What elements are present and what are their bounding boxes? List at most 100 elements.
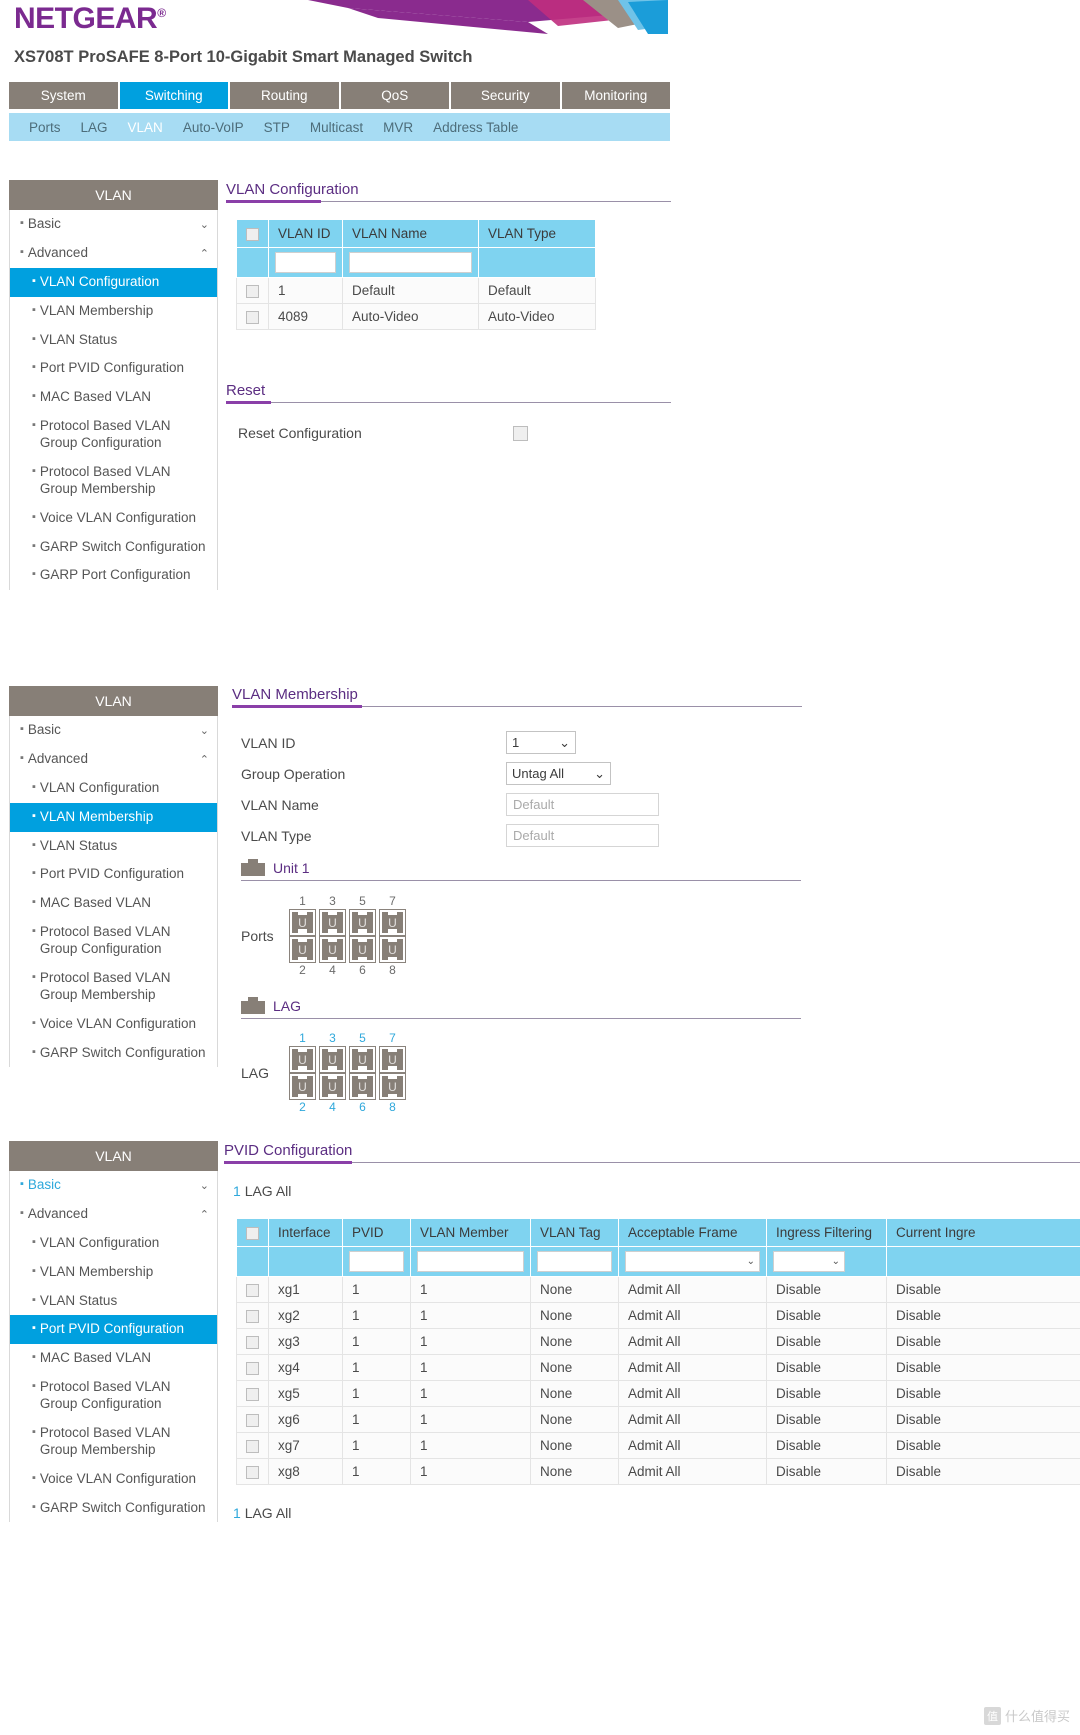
filter-ingress-filtering-select[interactable]: ⌄ xyxy=(773,1251,845,1272)
row-checkbox-cell[interactable] xyxy=(236,1302,269,1329)
sidebar-item-protocol-based-vlan-group-membership[interactable]: ▪ Protocol Based VLAN Group Membership xyxy=(10,964,217,1010)
sidebar-item-vlan-configuration[interactable]: ▪ VLAN Configuration xyxy=(10,267,217,297)
row-checkbox[interactable] xyxy=(246,1309,259,1323)
sidebar-item-mac-based-vlan[interactable]: ▪ MAC Based VLAN xyxy=(10,383,217,412)
lag-button-8[interactable]: U xyxy=(379,1073,406,1100)
filter-vlan-name-input[interactable] xyxy=(349,252,472,273)
subtab-stp[interactable]: STP xyxy=(254,120,300,135)
sidebar-item-voice-vlan-configuration[interactable]: ▪ Voice VLAN Configuration xyxy=(10,504,217,533)
column-interface[interactable]: Interface xyxy=(268,1218,343,1247)
table-row[interactable]: 4089 Auto-Video Auto-Video xyxy=(236,303,596,330)
sidebar-item-garp-port-configuration[interactable]: ▪ GARP Port Configuration xyxy=(10,561,217,590)
sidebar-item-vlan-status[interactable]: ▪ VLAN Status xyxy=(10,832,217,861)
row-checkbox[interactable] xyxy=(246,1413,259,1427)
sidebar-item-garp-switch-configuration[interactable]: ▪ GARP Switch Configuration xyxy=(10,1039,217,1068)
port-button-5[interactable]: U xyxy=(349,909,376,936)
lag-button-1[interactable]: U xyxy=(289,1046,316,1073)
table-row[interactable]: xg3 1 1 None Admit All Disable Disable xyxy=(236,1328,1080,1355)
vlan-name-input[interactable]: Default xyxy=(506,793,659,816)
sidebar-item-port-pvid-configuration[interactable]: ▪ Port PVID Configuration xyxy=(10,1315,217,1345)
lag-button-4[interactable]: U xyxy=(319,1073,346,1100)
column-vlan-tag[interactable]: VLAN Tag xyxy=(530,1218,619,1247)
filter-pvid-cell[interactable] xyxy=(342,1246,411,1277)
row-checkbox-cell[interactable] xyxy=(236,1380,269,1407)
table-row[interactable]: xg6 1 1 None Admit All Disable Disable xyxy=(236,1406,1080,1433)
subtab-multicast[interactable]: Multicast xyxy=(300,120,373,135)
row-checkbox[interactable] xyxy=(246,1361,259,1375)
filter-vlan-tag-input[interactable] xyxy=(537,1251,612,1272)
row-checkbox-cell[interactable] xyxy=(236,303,269,330)
subtab-address-table[interactable]: Address Table xyxy=(423,120,528,135)
sidebar-item-garp-switch-configuration[interactable]: ▪ GARP Switch Configuration xyxy=(10,1494,217,1523)
row-checkbox[interactable] xyxy=(246,1283,259,1297)
filter-acceptable-frame-cell[interactable]: ⌄ xyxy=(618,1246,767,1277)
sidebar-item-port-pvid-configuration[interactable]: ▪ Port PVID Configuration xyxy=(10,860,217,889)
table-row[interactable]: xg2 1 1 None Admit All Disable Disable xyxy=(236,1302,1080,1329)
sidebar-item-garp-switch-configuration[interactable]: ▪ GARP Switch Configuration xyxy=(10,533,217,562)
filter-vlan-member-cell[interactable] xyxy=(410,1246,531,1277)
sidebar-item-protocol-based-vlan-group-configuration[interactable]: ▪ Protocol Based VLAN Group Configuration xyxy=(10,918,217,964)
filter-vlan-id-input[interactable] xyxy=(275,252,336,273)
lag-button-2[interactable]: U xyxy=(289,1073,316,1100)
subtab-mvr[interactable]: MVR xyxy=(373,120,423,135)
tab-switching[interactable]: Switching xyxy=(119,82,230,109)
vlan-id-select[interactable]: 1 ⌄ xyxy=(506,731,576,754)
table-row[interactable]: xg4 1 1 None Admit All Disable Disable xyxy=(236,1354,1080,1381)
sidebar-item-vlan-membership[interactable]: ▪ VLAN Membership xyxy=(10,297,217,326)
sidebar-item-protocol-based-vlan-group-configuration[interactable]: ▪ Protocol Based VLAN Group Configuration xyxy=(10,412,217,458)
tab-system[interactable]: System xyxy=(9,82,120,109)
port-button-3[interactable]: U xyxy=(319,909,346,936)
row-checkbox-cell[interactable] xyxy=(236,277,269,304)
sidebar-item-vlan-configuration[interactable]: ▪ VLAN Configuration xyxy=(10,1229,217,1258)
vlan-type-input[interactable]: Default xyxy=(506,824,659,847)
select-all-header[interactable] xyxy=(236,219,269,248)
port-button-7[interactable]: U xyxy=(379,909,406,936)
sidebar-item-port-pvid-configuration[interactable]: ▪ Port PVID Configuration xyxy=(10,354,217,383)
column-vlan-type[interactable]: VLAN Type xyxy=(478,219,596,248)
sidebar-item-mac-based-vlan[interactable]: ▪ MAC Based VLAN xyxy=(10,1344,217,1373)
tab-qos[interactable]: QoS xyxy=(340,82,451,109)
port-button-4[interactable]: U xyxy=(319,936,346,963)
sidebar-item-vlan-configuration[interactable]: ▪ VLAN Configuration xyxy=(10,774,217,803)
reset-configuration-checkbox[interactable] xyxy=(513,425,528,441)
table-row[interactable]: xg7 1 1 None Admit All Disable Disable xyxy=(236,1432,1080,1459)
tab-security[interactable]: Security xyxy=(451,82,562,109)
sidebar-item-voice-vlan-configuration[interactable]: ▪ Voice VLAN Configuration xyxy=(10,1465,217,1494)
column-vlan-id[interactable]: VLAN ID xyxy=(268,219,343,248)
row-checkbox-cell[interactable] xyxy=(236,1432,269,1459)
row-checkbox[interactable] xyxy=(246,1439,259,1453)
port-button-1[interactable]: U xyxy=(289,909,316,936)
filter-vlan-member-input[interactable] xyxy=(417,1251,524,1272)
sidebar-item-protocol-based-vlan-group-membership[interactable]: ▪ Protocol Based VLAN Group Membership xyxy=(10,458,217,504)
row-checkbox-cell[interactable] xyxy=(236,1406,269,1433)
group-operation-select[interactable]: Untag All ⌄ xyxy=(506,762,611,785)
lag-all-toggle-bottom[interactable]: 1 LAG All xyxy=(233,1505,291,1521)
sidebar-item-voice-vlan-configuration[interactable]: ▪ Voice VLAN Configuration xyxy=(10,1010,217,1039)
table-row[interactable]: xg8 1 1 None Admit All Disable Disable xyxy=(236,1458,1080,1485)
row-checkbox-cell[interactable] xyxy=(236,1328,269,1355)
sidebar-item-vlan-status[interactable]: ▪ VLAN Status xyxy=(10,326,217,355)
column-ingress-filtering[interactable]: Ingress Filtering xyxy=(766,1218,887,1247)
port-button-8[interactable]: U xyxy=(379,936,406,963)
column-pvid[interactable]: PVID xyxy=(342,1218,411,1247)
lag-all-toggle-top[interactable]: 1 LAG All xyxy=(233,1183,291,1199)
sidebar-item-protocol-based-vlan-group-configuration[interactable]: ▪ Protocol Based VLAN Group Configuration xyxy=(10,1373,217,1419)
subtab-lag[interactable]: LAG xyxy=(71,120,118,135)
column-vlan-member[interactable]: VLAN Member xyxy=(410,1218,531,1247)
row-checkbox-cell[interactable] xyxy=(236,1276,269,1303)
filter-pvid-input[interactable] xyxy=(349,1251,404,1272)
sidebar-item-advanced[interactable]: ▪ Advanced ⌃ xyxy=(10,745,217,774)
sidebar-item-basic[interactable]: ▪ Basic ⌄ xyxy=(10,1171,217,1200)
lag-button-7[interactable]: U xyxy=(379,1046,406,1073)
sidebar-item-vlan-status[interactable]: ▪ VLAN Status xyxy=(10,1287,217,1316)
filter-vlan-id-cell[interactable] xyxy=(268,247,343,278)
filter-vlan-tag-cell[interactable] xyxy=(530,1246,619,1277)
sidebar-item-basic[interactable]: ▪ Basic ⌄ xyxy=(10,210,217,239)
select-all-header[interactable] xyxy=(236,1218,269,1247)
tab-monitoring[interactable]: Monitoring xyxy=(561,82,670,109)
row-checkbox[interactable] xyxy=(246,1335,259,1349)
row-checkbox-cell[interactable] xyxy=(236,1354,269,1381)
lag-button-3[interactable]: U xyxy=(319,1046,346,1073)
column-vlan-name[interactable]: VLAN Name xyxy=(342,219,479,248)
subtab-ports[interactable]: Ports xyxy=(19,120,71,135)
